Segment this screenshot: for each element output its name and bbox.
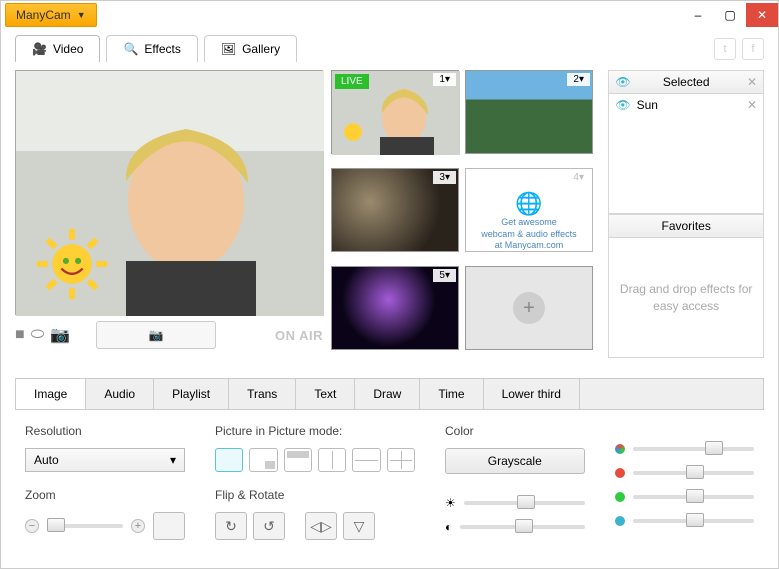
sources-grid: LIVE 1▾ 2▾ 3▾ 4▾ 🌐 Get awesome webcam & … — [331, 70, 600, 358]
flip-horizontal-button[interactable]: ◁▷ — [305, 512, 337, 540]
green-icon — [615, 492, 625, 502]
color-label: Color — [445, 424, 585, 438]
favorites-header: Favorites — [608, 214, 764, 238]
favorites-dropzone[interactable]: Drag and drop effects for easy access — [608, 238, 764, 358]
app-name: ManyCam — [16, 8, 71, 22]
maximize-button[interactable]: ▢ — [714, 3, 746, 27]
subtab-time[interactable]: Time — [420, 379, 483, 409]
globe-icon: 🌐 — [466, 191, 592, 217]
rotate-right-button[interactable]: ↻ — [215, 512, 247, 540]
gallery-icon: 🖼 — [221, 42, 236, 56]
source-2[interactable]: 2▾ — [465, 70, 593, 154]
pip-mode-2[interactable] — [249, 448, 277, 472]
contrast-slider[interactable] — [460, 525, 584, 529]
grayscale-button[interactable]: Grayscale — [445, 448, 585, 474]
effects-icon: 🔍 — [123, 42, 138, 56]
rgb-icon — [615, 444, 625, 454]
webcam-icon: 🎥 — [32, 42, 47, 56]
zoom-slider[interactable] — [47, 524, 123, 528]
tab-video[interactable]: 🎥 Video — [15, 35, 100, 62]
sun-effect-overlay — [34, 226, 110, 302]
source-1[interactable]: LIVE 1▾ — [331, 70, 459, 154]
resolution-select[interactable]: Auto ▾ — [25, 448, 185, 472]
red-icon — [615, 468, 625, 478]
red-slider[interactable] — [633, 471, 755, 475]
selected-list: 👁 Sun ✕ — [608, 94, 764, 214]
pip-label: Picture in Picture mode: — [215, 424, 415, 438]
camera-small-icon[interactable]: 📷 — [50, 325, 70, 345]
toggle-icon[interactable]: ⬭ — [31, 326, 45, 344]
subtab-playlist[interactable]: Playlist — [154, 379, 229, 409]
source-5[interactable]: 5▾ — [331, 266, 459, 350]
zoom-in-button[interactable]: + — [131, 519, 145, 533]
blue-slider[interactable] — [633, 519, 755, 523]
subtab-image[interactable]: Image — [16, 379, 86, 409]
pip-mode-6[interactable] — [387, 448, 415, 472]
pip-mode-3[interactable] — [284, 448, 312, 472]
eye-icon[interactable]: 👁 — [615, 98, 630, 112]
plus-icon: + — [513, 292, 545, 324]
pip-mode-4[interactable] — [318, 448, 346, 472]
clear-selected-icon[interactable]: ✕ — [747, 75, 757, 89]
close-button[interactable]: ✕ — [746, 3, 778, 27]
twitter-button[interactable]: t — [714, 38, 736, 60]
chevron-down-icon: ▾ — [170, 453, 176, 467]
source-add[interactable]: + — [465, 266, 593, 350]
subtab-audio[interactable]: Audio — [86, 379, 154, 409]
source-4[interactable]: 4▾ 🌐 Get awesome webcam & audio effects … — [465, 168, 593, 252]
blue-icon — [615, 516, 625, 526]
pip-mode-1[interactable] — [215, 448, 243, 472]
chevron-down-icon: ▼ — [77, 10, 86, 20]
minimize-button[interactable]: – — [682, 3, 714, 27]
live-badge: LIVE — [335, 74, 369, 89]
eye-icon[interactable]: 👁 — [615, 75, 630, 89]
brightness-icon: ☀ — [445, 496, 456, 510]
camera-icon: 📷 — [149, 328, 164, 342]
subtab-lower[interactable]: Lower third — [484, 379, 580, 409]
app-menu-button[interactable]: ManyCam ▼ — [5, 3, 97, 27]
green-slider[interactable] — [633, 495, 755, 499]
pip-mode-5[interactable] — [352, 448, 380, 472]
videocam-icon[interactable]: ■ — [15, 326, 25, 344]
subtab-draw[interactable]: Draw — [355, 379, 420, 409]
remove-effect-icon[interactable]: ✕ — [747, 98, 757, 112]
onair-label: ON AIR — [275, 328, 323, 343]
snapshot-button[interactable]: 📷 — [96, 321, 216, 349]
subtab-text[interactable]: Text — [296, 379, 355, 409]
rotate-left-button[interactable]: ↺ — [253, 512, 285, 540]
tab-effects[interactable]: 🔍 Effects — [106, 35, 197, 62]
subtab-trans[interactable]: Trans — [229, 379, 296, 409]
flip-vertical-button[interactable]: ▽ — [343, 512, 375, 540]
main-preview — [15, 70, 323, 315]
zoom-out-button[interactable]: − — [25, 519, 39, 533]
rgb-slider[interactable] — [633, 447, 755, 451]
tab-gallery[interactable]: 🖼 Gallery — [204, 35, 297, 62]
contrast-icon: ◐ — [445, 520, 452, 534]
facebook-button[interactable]: f — [742, 38, 764, 60]
selected-header: 👁 Selected ✕ — [608, 70, 764, 94]
effect-item-sun[interactable]: 👁 Sun ✕ — [609, 94, 763, 116]
resolution-label: Resolution — [25, 424, 185, 438]
source-3[interactable]: 3▾ — [331, 168, 459, 252]
flip-label: Flip & Rotate — [215, 488, 415, 502]
zoom-reset-button[interactable] — [153, 512, 185, 540]
brightness-slider[interactable] — [464, 501, 585, 505]
zoom-label: Zoom — [25, 488, 185, 502]
